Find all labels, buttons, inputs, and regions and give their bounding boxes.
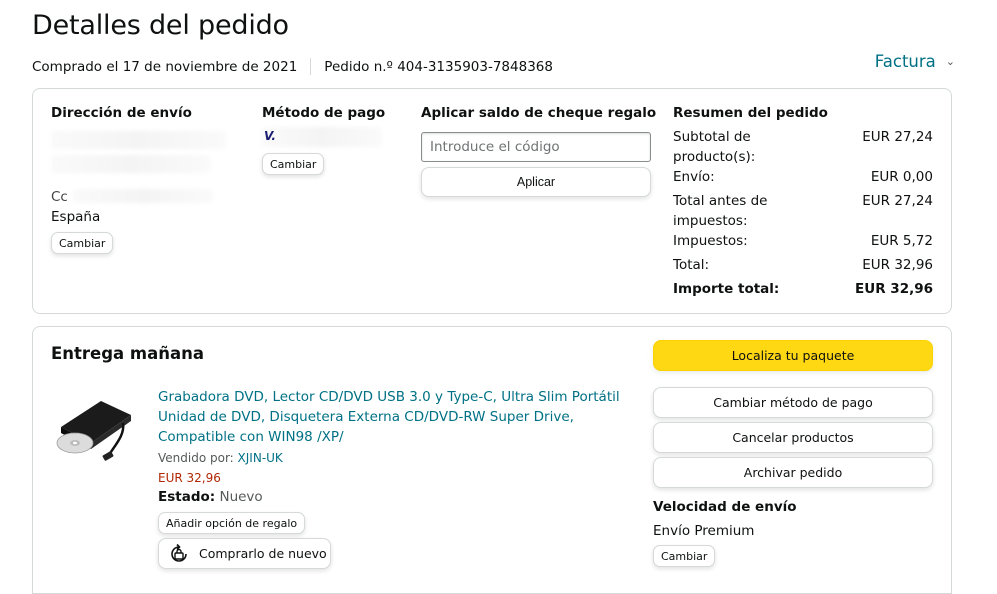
shipping-speed-heading: Velocidad de envío	[653, 499, 797, 515]
summary-value-subtotal: EUR 27,24	[862, 129, 933, 145]
summary-label-shipping: Envío:	[673, 169, 715, 185]
summary-label-pretax: Total antes de impuestos:	[673, 193, 768, 229]
summary-label-subtotal: Subtotal de producto(s):	[673, 129, 756, 165]
summary-label-tax: Impuestos:	[673, 233, 748, 249]
archive-order-button[interactable]: Archivar pedido	[653, 457, 933, 488]
chevron-down-icon: ⌄	[945, 55, 955, 68]
delivery-heading: Entrega mañana	[51, 344, 205, 363]
seller-info: Vendido por: XJIN-UK	[158, 451, 283, 465]
order-info-box: Dirección de envío Cc España Cambiar Mét…	[32, 88, 952, 314]
purchase-date: Comprado el 17 de noviembre de 2021	[32, 58, 298, 75]
seller-prefix: Vendido por:	[158, 451, 234, 465]
seller-link[interactable]: XJIN-UK	[238, 451, 283, 465]
summary-value-tax: EUR 5,72	[870, 233, 933, 249]
buy-again-button[interactable]: Comprarlo de nuevo	[158, 538, 331, 569]
apply-gift-button[interactable]: Aplicar	[421, 167, 651, 197]
address-partial: Cc	[51, 189, 68, 205]
gift-code-input[interactable]	[421, 132, 651, 162]
cancel-items-button[interactable]: Cancelar productos	[653, 422, 933, 453]
redacted-address	[51, 155, 211, 173]
summary-value-total: EUR 32,96	[862, 257, 933, 273]
invoice-label: Factura	[874, 52, 936, 71]
product-image[interactable]	[53, 393, 133, 473]
delivery-box: Entrega mañana Grabadora DVD, Lector CD/…	[32, 326, 952, 594]
shipping-heading: Dirección de envío	[51, 105, 192, 121]
gift-card-heading: Aplicar saldo de cheque regalo	[421, 105, 657, 121]
change-address-button[interactable]: Cambiar	[51, 232, 114, 254]
change-speed-button[interactable]: Cambiar	[653, 545, 716, 567]
order-meta: Comprado el 17 de noviembre de 2021 Pedi…	[32, 58, 553, 75]
summary-label-grand-total: Importe total:	[673, 281, 780, 297]
invoice-dropdown[interactable]: Factura ⌄	[875, 52, 955, 71]
payment-heading: Método de pago	[262, 105, 386, 121]
shipping-speed-value: Envío Premium	[653, 523, 755, 539]
redacted-address	[51, 131, 226, 149]
buy-again-label: Comprarlo de nuevo	[199, 546, 327, 561]
address-country: España	[51, 209, 101, 225]
summary-value-shipping: EUR 0,00	[870, 169, 933, 185]
divider	[310, 58, 312, 75]
condition-value: Nuevo	[219, 489, 263, 505]
product-title-link[interactable]: Grabadora DVD, Lector CD/DVD USB 3.0 y T…	[158, 387, 633, 447]
buy-again-icon	[171, 543, 187, 562]
change-payment-button[interactable]: Cambiar	[262, 153, 325, 175]
product-price: EUR 32,96	[158, 471, 221, 485]
redacted-address	[73, 189, 213, 203]
summary-value-pretax: EUR 27,24	[862, 193, 933, 209]
summary-label-total: Total:	[673, 257, 710, 273]
card-brand: V.	[264, 129, 276, 143]
add-gift-option-button[interactable]: Añadir opción de regalo	[158, 512, 306, 534]
summary-value-grand-total: EUR 32,96	[855, 281, 933, 297]
condition-label: Estado:	[158, 489, 216, 505]
redacted-card	[262, 127, 382, 147]
change-payment-method-button[interactable]: Cambiar método de pago	[653, 387, 933, 418]
order-number: Pedido n.º 404-3135903-7848368	[324, 58, 553, 75]
page-title: Detalles del pedido	[32, 10, 289, 41]
track-package-button[interactable]: Localiza tu paquete	[653, 340, 933, 371]
product-condition: Estado: Nuevo	[158, 489, 263, 505]
summary-heading: Resumen del pedido	[673, 105, 828, 121]
